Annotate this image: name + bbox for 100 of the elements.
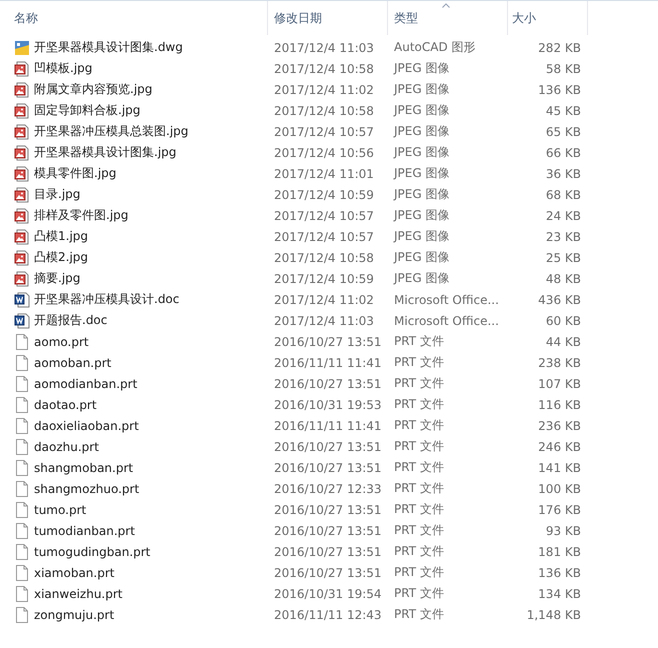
modified-date: 2016/10/27 13:51 (273, 334, 383, 348)
file-name[interactable]: daotao.prt (34, 398, 97, 412)
file-size: 238 KB (537, 356, 581, 370)
file-size: 48 KB (544, 272, 581, 286)
file-type: PRT 文件 (393, 417, 445, 434)
file-type: PRT 文件 (393, 333, 445, 350)
file-name[interactable]: tumogudingban.prt (34, 544, 150, 558)
modified-date: 2016/10/27 13:51 (273, 502, 383, 516)
file-name[interactable]: 固定导卸料合板.jpg (34, 102, 140, 119)
file-type: Microsoft Office... (393, 314, 500, 328)
modified-date: 2016/10/27 13:51 (273, 440, 383, 454)
modified-date: 2016/11/11 11:41 (273, 356, 383, 370)
file-name[interactable]: xiamoban.prt (34, 566, 114, 580)
file-size: 36 KB (544, 166, 581, 180)
blank-file-icon (14, 460, 30, 476)
file-name[interactable]: tumo.prt (34, 502, 86, 516)
blank-file-icon (14, 502, 30, 518)
file-size: 136 KB (537, 566, 581, 580)
file-size: 107 KB (537, 376, 581, 390)
file-size: 65 KB (544, 124, 581, 138)
file-name[interactable]: 开坚果器冲压模具总装图.jpg (34, 123, 188, 140)
file-type: JPEG 图像 (392, 165, 450, 182)
file-size: 45 KB (544, 104, 581, 118)
file-name[interactable]: 开坚果器模具设计图集.dwg (34, 39, 183, 56)
image-file-icon (14, 124, 30, 140)
blank-file-icon (14, 522, 30, 538)
modified-date: 2017/12/4 11:03 (273, 40, 375, 54)
blank-file-icon (14, 606, 30, 622)
file-type: JPEG 图像 (392, 228, 450, 245)
modified-date: 2017/12/4 11:01 (273, 166, 375, 180)
file-name[interactable]: 目录.jpg (34, 186, 80, 203)
file-size: 44 KB (544, 334, 581, 348)
modified-date: 2017/12/4 10:57 (273, 208, 375, 222)
file-name[interactable]: aomo.prt (34, 334, 89, 348)
blank-file-icon (14, 418, 30, 434)
modified-date: 2016/10/31 19:54 (273, 586, 383, 600)
file-size: 100 KB (537, 482, 581, 496)
file-name[interactable]: 开题报告.doc (34, 312, 108, 329)
file-name[interactable]: tumodianban.prt (34, 524, 135, 538)
file-name[interactable]: aomodianban.prt (34, 376, 138, 390)
file-size: 246 KB (537, 440, 581, 454)
file-size: 116 KB (537, 398, 581, 412)
image-file-icon (14, 186, 30, 202)
file-type: Microsoft Office... (393, 292, 500, 306)
modified-date: 2017/12/4 10:58 (273, 104, 375, 118)
blank-file-icon (14, 396, 30, 412)
file-type: JPEG 图像 (392, 60, 450, 77)
file-size: 1,148 KB (526, 608, 581, 622)
file-type: PRT 文件 (393, 585, 445, 602)
file-name[interactable]: 模具零件图.jpg (34, 165, 116, 182)
image-file-icon (14, 144, 30, 160)
file-name[interactable]: aomoban.prt (34, 356, 112, 370)
file-name[interactable]: 摘要.jpg (34, 270, 80, 287)
file-size: 436 KB (537, 292, 581, 306)
file-name[interactable]: xianweizhu.prt (34, 586, 123, 600)
file-size: 24 KB (544, 208, 581, 222)
file-name[interactable]: daoxieliaoban.prt (34, 418, 139, 432)
blank-file-icon (14, 564, 30, 580)
file-type: JPEG 图像 (392, 270, 450, 287)
image-file-icon (14, 82, 30, 98)
modified-date: 2017/12/4 10:57 (273, 230, 375, 244)
file-size: 282 KB (537, 40, 581, 54)
file-name[interactable]: 开坚果器冲压模具设计.doc (34, 291, 180, 308)
document-file-icon (14, 312, 30, 328)
blank-file-icon (14, 354, 30, 370)
file-type: JPEG 图像 (392, 81, 450, 98)
modified-date: 2017/12/4 10:59 (273, 272, 375, 286)
modified-date: 2016/10/27 13:51 (273, 460, 383, 474)
file-type: JPEG 图像 (392, 123, 450, 140)
drawing-file-icon (14, 40, 30, 56)
modified-date: 2017/12/4 11:03 (273, 314, 375, 328)
file-name[interactable]: 开坚果器模具设计图集.jpg (34, 144, 176, 161)
file-type: PRT 文件 (393, 522, 445, 539)
file-type: JPEG 图像 (392, 207, 450, 224)
file-size: 60 KB (544, 314, 581, 328)
file-size: 134 KB (537, 586, 581, 600)
file-type: PRT 文件 (393, 396, 445, 413)
modified-date: 2016/10/27 13:51 (273, 544, 383, 558)
file-name[interactable]: daozhu.prt (34, 440, 99, 454)
blank-file-icon (14, 480, 30, 496)
file-name[interactable]: 凹模板.jpg (34, 60, 92, 77)
modified-date: 2016/11/11 12:43 (273, 608, 383, 622)
file-size: 176 KB (537, 502, 581, 516)
file-name[interactable]: shangmoban.prt (34, 460, 134, 474)
modified-date: 2017/12/4 10:58 (273, 250, 375, 264)
blank-file-icon (14, 586, 30, 602)
file-type: JPEG 图像 (392, 186, 450, 203)
file-name[interactable]: 凸模2.jpg (34, 249, 88, 266)
file-name[interactable]: 凸模1.jpg (34, 228, 88, 245)
file-name[interactable]: shangmozhuo.prt (34, 482, 140, 496)
file-name[interactable]: 附属文章内容预览.jpg (34, 81, 152, 98)
file-type: JPEG 图像 (392, 102, 450, 119)
file-type: PRT 文件 (393, 438, 445, 455)
modified-date: 2017/12/4 11:02 (273, 82, 375, 96)
modified-date: 2017/12/4 10:58 (273, 62, 375, 76)
file-type: PRT 文件 (393, 480, 445, 497)
file-name[interactable]: 排样及零件图.jpg (34, 207, 128, 224)
file-type: PRT 文件 (393, 543, 445, 560)
file-name[interactable]: zongmuju.prt (34, 608, 114, 622)
blank-file-icon (14, 334, 30, 350)
